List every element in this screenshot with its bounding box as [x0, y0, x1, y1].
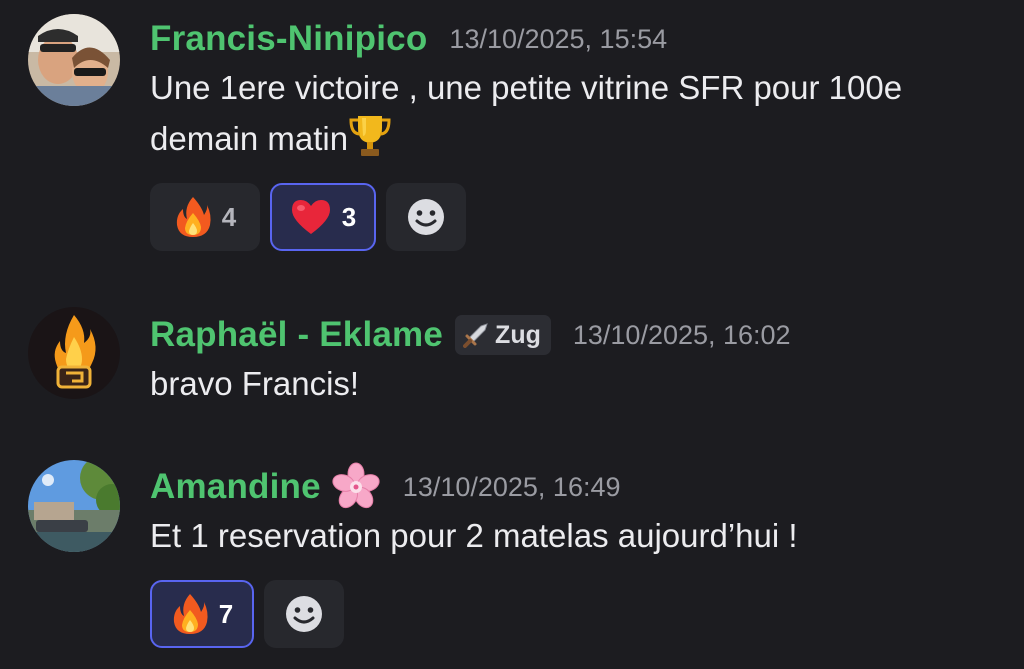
smiley-add-icon	[284, 594, 324, 634]
message-content: Raphaël - Eklame Zug 13/10/2025, 16:02 b…	[150, 310, 1004, 408]
timestamp: 13/10/2025, 16:49	[402, 471, 621, 502]
message-content: Amandine 13/10/2025, 16:49 Et 1 reservat…	[150, 462, 1004, 648]
reactions-bar: 4 3	[150, 183, 1004, 251]
message-content: Francis-Ninipico 13/10/2025, 15:54 Une 1…	[150, 14, 1004, 251]
username[interactable]: Amandine	[150, 467, 321, 507]
role-tag-label: Zug	[495, 320, 541, 349]
reaction-count: 3	[341, 201, 357, 232]
message-header: Raphaël - Eklame Zug 13/10/2025, 16:02	[150, 310, 1004, 360]
message-text: Et 1 reservation pour 2 matelas aujourd’…	[150, 517, 798, 554]
role-tag[interactable]: Zug	[455, 315, 551, 355]
username[interactable]: Raphaël - Eklame	[150, 315, 443, 355]
message-header: Amandine 13/10/2025, 16:49	[150, 462, 1004, 512]
message-text-body: Une 1ere victoire , une petite vitrine S…	[150, 69, 903, 157]
avatar[interactable]	[28, 14, 120, 106]
add-reaction-button[interactable]	[386, 183, 466, 251]
reaction-heart[interactable]: 3	[270, 183, 376, 251]
red-heart-icon	[290, 198, 332, 236]
avatar[interactable]	[28, 307, 120, 399]
fire-icon	[171, 592, 209, 636]
username[interactable]: Francis-Ninipico	[150, 19, 427, 59]
timestamp: 13/10/2025, 16:02	[572, 319, 791, 350]
reactions-bar: 7	[150, 580, 1004, 648]
message-text: bravo Francis!	[150, 365, 360, 402]
reaction-count: 4	[221, 201, 237, 232]
avatar[interactable]	[28, 460, 120, 552]
message-header: Francis-Ninipico 13/10/2025, 15:54	[150, 14, 1004, 64]
reaction-fire[interactable]: 4	[150, 183, 260, 251]
smiley-add-icon	[406, 197, 446, 237]
trophy-icon	[348, 112, 392, 158]
reaction-fire[interactable]: 7	[150, 580, 254, 648]
message-text: Une 1ere victoire , une petite vitrine S…	[150, 64, 1004, 163]
sword-icon	[463, 322, 489, 348]
timestamp: 13/10/2025, 15:54	[449, 23, 668, 54]
fire-icon	[174, 195, 212, 239]
cherry-blossom-icon	[331, 462, 381, 512]
reaction-count: 7	[218, 598, 234, 629]
add-reaction-button[interactable]	[264, 580, 344, 648]
